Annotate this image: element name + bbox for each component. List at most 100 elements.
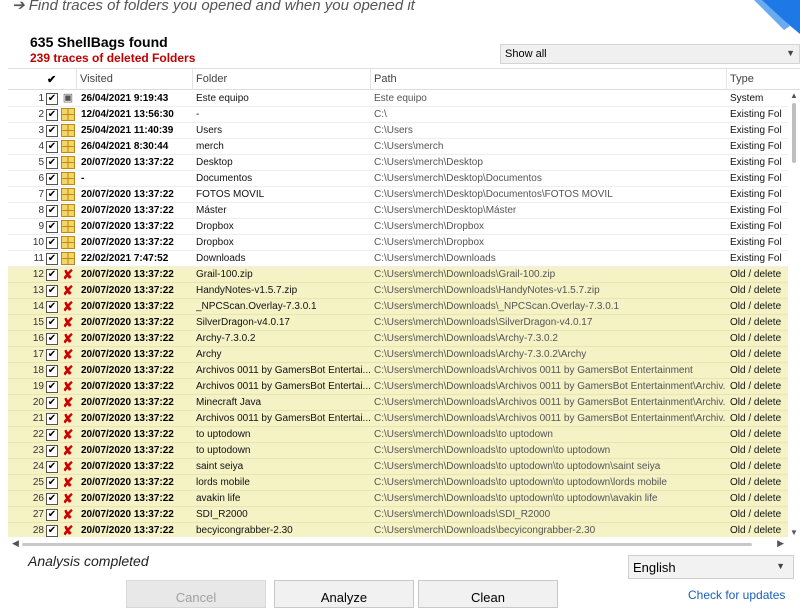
table-row[interactable]: 12 ✔ ✘ 20/07/2020 13:37:22 Grail-100.zip C:\U… xyxy=(8,267,788,283)
table-row[interactable]: 26 ✔ ✘ 20/07/2020 13:37:22 avakin life C:\Use… xyxy=(8,491,788,507)
cell-path: C:\Users\merch\Downloads\becyicongrabber… xyxy=(374,525,596,536)
row-checkbox[interactable]: ✔ xyxy=(46,173,58,185)
table-row[interactable]: 3 ✔ 25/04/2021 11:40:39 Users C:\Users Existi… xyxy=(8,123,788,139)
row-checkbox[interactable]: ✔ xyxy=(46,493,58,505)
table-row[interactable]: 10 ✔ 20/07/2020 13:37:22 Dropbox C:\Users\me… xyxy=(8,235,788,251)
row-checkbox[interactable]: ✔ xyxy=(46,285,58,297)
table-row[interactable]: 22 ✔ ✘ 20/07/2020 13:37:22 to uptodown C:\Use… xyxy=(8,427,788,443)
cell-path: C:\Users\merch\Desktop\Documentos\FOTOS … xyxy=(374,189,613,200)
table-row[interactable]: 18 ✔ ✘ 20/07/2020 13:37:22 Archivos 0011 by … xyxy=(8,363,788,379)
row-checkbox[interactable]: ✔ xyxy=(46,349,58,361)
table-row[interactable]: 5 ✔ 20/07/2020 13:37:22 Desktop C:\Users\mer… xyxy=(8,155,788,171)
table-row[interactable]: 16 ✔ ✘ 20/07/2020 13:37:22 Archy-7.3.0.2 C:\U… xyxy=(8,331,788,347)
row-checkbox[interactable]: ✔ xyxy=(46,205,58,217)
row-checkbox[interactable]: ✔ xyxy=(46,253,58,265)
row-checkbox[interactable]: ✔ xyxy=(46,301,58,313)
clean-button[interactable]: Clean xyxy=(418,580,558,608)
row-checkbox[interactable]: ✔ xyxy=(46,157,58,169)
row-checkbox[interactable]: ✔ xyxy=(46,141,58,153)
table-row[interactable]: 21 ✔ ✘ 20/07/2020 13:37:22 Archivos 0011 by … xyxy=(8,411,788,427)
cell-type: System xyxy=(730,93,764,104)
scroll-thumb[interactable] xyxy=(22,543,752,546)
cell-type: Old / delete xyxy=(730,445,782,456)
row-checkbox[interactable]: ✔ xyxy=(46,269,58,281)
cell-type: Old / delete xyxy=(730,461,782,472)
analyze-button[interactable]: Analyze xyxy=(274,580,414,608)
scroll-thumb[interactable] xyxy=(792,103,796,163)
table-row[interactable]: 23 ✔ ✘ 20/07/2020 13:37:22 to uptodown C:\Use… xyxy=(8,443,788,459)
cell-type: Existing Fol xyxy=(730,141,782,152)
row-checkbox[interactable]: ✔ xyxy=(46,509,58,521)
cell-type: Existing Fol xyxy=(730,205,782,216)
row-number: 23 xyxy=(32,445,44,456)
column-header-path[interactable]: Path xyxy=(374,73,397,85)
row-checkbox[interactable]: ✔ xyxy=(46,109,58,121)
row-checkbox[interactable]: ✔ xyxy=(46,189,58,201)
row-checkbox[interactable]: ✔ xyxy=(46,445,58,457)
row-number: 5 xyxy=(38,157,44,168)
row-number: 28 xyxy=(32,525,44,536)
row-checkbox[interactable]: ✔ xyxy=(46,125,58,137)
deleted-x-icon: ✘ xyxy=(62,460,74,473)
row-checkbox[interactable]: ✔ xyxy=(46,317,58,329)
column-header-type[interactable]: Type xyxy=(730,73,754,85)
filter-dropdown[interactable]: Show all ▼ xyxy=(500,44,800,64)
row-checkbox[interactable]: ✔ xyxy=(46,221,58,233)
table-row[interactable]: 4 ✔ 26/04/2021 8:30:44 merch C:\Users\merch E… xyxy=(8,139,788,155)
row-checkbox[interactable]: ✔ xyxy=(46,333,58,345)
table-row[interactable]: 15 ✔ ✘ 20/07/2020 13:37:22 SilverDragon-v4.0… xyxy=(8,315,788,331)
table-row[interactable]: 2 ✔ 12/04/2021 13:56:30 - C:\ Existing Fol xyxy=(8,107,788,123)
column-header-check[interactable]: ✔ xyxy=(47,73,56,86)
column-header-visited[interactable]: Visited xyxy=(80,73,113,85)
table-row[interactable]: 6 ✔ - Documentos C:\Users\merch\Desktop\Docu… xyxy=(8,171,788,187)
row-checkbox[interactable]: ✔ xyxy=(46,461,58,473)
row-number: 3 xyxy=(38,125,44,136)
scroll-up-icon[interactable]: ▲ xyxy=(790,91,798,100)
table-row[interactable]: 17 ✔ ✘ 20/07/2020 13:37:22 Archy C:\Users\mer… xyxy=(8,347,788,363)
cell-path: Este equipo xyxy=(374,93,427,104)
row-checkbox[interactable]: ✔ xyxy=(46,525,58,537)
horizontal-scrollbar[interactable]: ◀ ▶ xyxy=(8,537,800,550)
scroll-left-icon[interactable]: ◀ xyxy=(12,538,19,549)
cell-path: C:\Users\merch\Downloads\SilverDragon-v4… xyxy=(374,317,593,328)
row-checkbox[interactable]: ✔ xyxy=(46,365,58,377)
cell-type: Old / delete xyxy=(730,365,782,376)
row-checkbox[interactable]: ✔ xyxy=(46,93,58,105)
cell-folder: _NPCScan.Overlay-7.3.0.1 xyxy=(196,301,317,312)
cell-folder: Minecraft Java xyxy=(196,397,262,408)
language-dropdown-value: English xyxy=(633,560,676,575)
folder-icon xyxy=(61,220,75,233)
language-dropdown[interactable]: English ▼ xyxy=(628,555,794,579)
table-row[interactable]: 20 ✔ ✘ 20/07/2020 13:37:22 Minecraft Java C:\… xyxy=(8,395,788,411)
table-row[interactable]: 27 ✔ ✘ 20/07/2020 13:37:22 SDI_R2000 C:\Users… xyxy=(8,507,788,523)
table-row[interactable]: 19 ✔ ✘ 20/07/2020 13:37:22 Archivos 0011 by … xyxy=(8,379,788,395)
row-checkbox[interactable]: ✔ xyxy=(46,237,58,249)
column-header-folder[interactable]: Folder xyxy=(196,73,227,85)
vertical-scrollbar[interactable]: ▲ ▼ xyxy=(788,91,800,537)
row-number: 18 xyxy=(32,365,44,376)
table-row[interactable]: 7 ✔ 20/07/2020 13:37:22 FOTOS MÓVIL C:\Users… xyxy=(8,187,788,203)
table-row[interactable]: 9 ✔ 20/07/2020 13:37:22 Dropbox C:\Users\mer… xyxy=(8,219,788,235)
row-checkbox[interactable]: ✔ xyxy=(46,477,58,489)
table-row[interactable]: 14 ✔ ✘ 20/07/2020 13:37:22 _NPCScan.Overlay-… xyxy=(8,299,788,315)
row-checkbox[interactable]: ✔ xyxy=(46,397,58,409)
scroll-right-icon[interactable]: ▶ xyxy=(777,538,784,549)
table-row[interactable]: 13 ✔ ✘ 20/07/2020 13:37:22 HandyNotes-v1.5.7… xyxy=(8,283,788,299)
cell-visited: 20/07/2020 13:37:22 xyxy=(81,157,174,168)
table-row[interactable]: 24 ✔ ✘ 20/07/2020 13:37:22 saint seiya C:\Use… xyxy=(8,459,788,475)
table-row[interactable]: 25 ✔ ✘ 20/07/2020 13:37:22 lords mobile C:\Us… xyxy=(8,475,788,491)
row-checkbox[interactable]: ✔ xyxy=(46,413,58,425)
deleted-x-icon: ✘ xyxy=(62,524,74,537)
row-number: 15 xyxy=(32,317,44,328)
shellbags-table[interactable]: ✔ Visited Folder Path Type 1 ✔ ▣ 26/04/2021… xyxy=(8,68,800,550)
cell-folder: Máster xyxy=(196,205,227,216)
row-checkbox[interactable]: ✔ xyxy=(46,429,58,441)
deleted-x-icon: ✘ xyxy=(62,412,74,425)
row-checkbox[interactable]: ✔ xyxy=(46,381,58,393)
cancel-button[interactable]: Cancel xyxy=(126,580,266,608)
table-row[interactable]: 11 ✔ 22/02/2021 7:47:52 Downloads C:\Users\m… xyxy=(8,251,788,267)
scroll-down-icon[interactable]: ▼ xyxy=(790,528,798,537)
table-row[interactable]: 8 ✔ 20/07/2020 13:37:22 Máster C:\Users\merc… xyxy=(8,203,788,219)
cell-type: Old / delete xyxy=(730,413,782,424)
table-row[interactable]: 1 ✔ ▣ 26/04/2021 9:19:43 Este equipo Este equ… xyxy=(8,91,788,107)
